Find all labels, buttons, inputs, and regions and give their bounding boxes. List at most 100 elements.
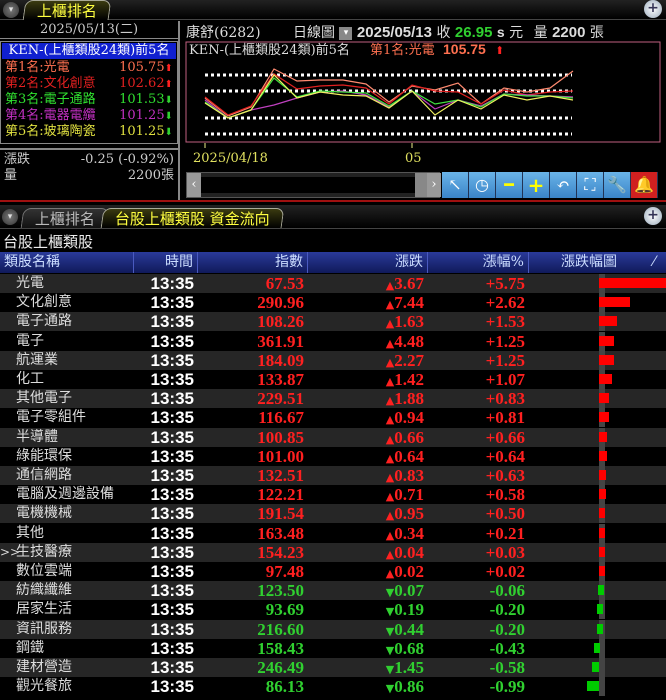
sector-name-text: 文化創意 <box>16 294 72 311</box>
tab-otc-ranking-bottom[interactable]: 上櫃排名 <box>20 208 110 228</box>
bottom-tab-bar: ▾ 上櫃排名 台股上櫃類股 資金流向 + <box>0 205 666 229</box>
bell-alert-icon[interactable]: 🔔 <box>631 172 658 198</box>
time-cell: 13:35 <box>150 485 194 505</box>
pct-cell: +1.25 <box>485 350 525 370</box>
wrench-settings-icon[interactable]: 🔧 <box>604 172 631 198</box>
table-row[interactable]: 觀光餐旅 13:35 86.13 ▼0.86 -0.99 <box>0 677 666 697</box>
pct-cell: -0.20 <box>489 600 525 620</box>
change-bar <box>599 450 607 461</box>
sector-name: 航運業 <box>0 351 134 370</box>
table-row[interactable]: 其他 13:35 163.48 ▲0.34 +0.21 <box>0 523 666 543</box>
sector-name-text: 生技醫療 <box>16 543 72 560</box>
table-row[interactable]: 紡織纖維 13:35 123.50 ▼0.07 -0.06 <box>0 581 666 601</box>
table-row[interactable]: 電子通路 13:35 108.26 ▲1.63 +1.53 <box>0 312 666 332</box>
table-row[interactable]: 居家生活 13:35 93.69 ▼0.19 -0.20 <box>0 600 666 620</box>
col-name[interactable]: 類股名稱 <box>0 252 134 273</box>
col-time[interactable]: 時間 <box>134 252 198 273</box>
change-bar <box>599 316 618 327</box>
down-triangle-icon: ▼ <box>385 605 395 619</box>
sector-name-text: 鋼鐵 <box>16 639 44 656</box>
time-cell: 13:35 <box>150 619 194 639</box>
table-row[interactable]: 航運業 13:35 184.09 ▲2.27 +1.25 <box>0 350 666 370</box>
table-row[interactable]: 數位雲端 13:35 97.48 ▲0.02 +0.02 <box>0 562 666 581</box>
table-row[interactable]: 鋼鐵 13:35 158.43 ▼0.68 -0.43 <box>0 638 666 658</box>
change-bar-cell <box>529 658 666 677</box>
table-row[interactable]: 通信網路 13:35 132.51 ▲0.83 +0.63 <box>0 466 666 485</box>
sector-name: 化工 <box>0 370 134 389</box>
down-triangle-icon: ▼ <box>385 624 395 638</box>
pct-cell: +0.03 <box>485 542 525 562</box>
sector-name: 綠能環保 <box>0 447 134 466</box>
table-row[interactable]: >>生技醫療 13:35 154.23 ▲0.04 +0.03 <box>0 542 666 562</box>
zoom-in-icon[interactable]: + <box>644 207 662 225</box>
pct-cell: +5.75 <box>485 274 525 293</box>
table-row[interactable]: 資訊服務 13:35 216.60 ▼0.44 -0.20 <box>0 619 666 639</box>
chart-title: KEN-(上櫃類股24類)前5名 <box>189 42 350 58</box>
sector-name-text: 電機機械 <box>16 505 72 522</box>
clock-icon[interactable]: ◷ <box>469 172 496 198</box>
sector-name-text: 電子 <box>16 332 44 349</box>
sector-name-text: 電子通路 <box>16 313 72 330</box>
zoom-in-plus-icon[interactable]: + <box>523 172 550 198</box>
sector-name-text: 居家生活 <box>16 601 72 618</box>
table-row[interactable]: 建材營造 13:35 246.49 ▼1.45 -0.58 <box>0 658 666 677</box>
time-cell: 13:35 <box>150 331 194 351</box>
index-cell: 101.00 <box>257 446 304 466</box>
scroll-right-button[interactable]: › <box>427 173 441 197</box>
change-bar-cell <box>529 274 666 293</box>
series-line-玻璃陶瓷 <box>204 74 574 119</box>
undo-icon[interactable]: ↶ <box>550 172 577 198</box>
table-row[interactable]: 電子 13:35 361.91 ▲4.48 +1.25 <box>0 331 666 351</box>
pct-cell: +2.62 <box>485 293 525 313</box>
column-settings-icon[interactable]: ⁄ <box>649 252 666 273</box>
change-cell: 0.34 <box>394 523 424 543</box>
change-cell: 0.95 <box>394 504 424 524</box>
fit-screen-icon[interactable]: ⛶ <box>577 172 604 198</box>
table-row[interactable]: 其他電子 13:35 229.51 ▲1.88 +0.83 <box>0 389 666 409</box>
table-row[interactable]: 文化創意 13:35 290.96 ▲7.44 +2.62 <box>0 293 666 313</box>
scroll-left-button[interactable]: ‹ <box>187 173 201 197</box>
pointer-arrow-icon[interactable]: ↖ <box>442 172 469 198</box>
time-cell: 13:35 <box>150 504 194 524</box>
change-bar <box>593 642 600 653</box>
sector-name: 光電 <box>0 274 134 293</box>
zoom-out-minus-icon[interactable]: ━ <box>496 172 523 198</box>
table-row[interactable]: 化工 13:35 133.87 ▲1.42 +1.07 <box>0 370 666 389</box>
change-bar-cell <box>529 600 666 620</box>
change-cell: 4.48 <box>394 331 424 351</box>
change-bar <box>599 546 605 557</box>
change-cell: 0.02 <box>394 562 424 581</box>
index-cell: 246.49 <box>257 658 304 677</box>
table-row[interactable]: 電腦及週邊設備 13:35 122.21 ▲0.71 +0.58 <box>0 485 666 505</box>
col-change[interactable]: 漲跌 <box>308 252 428 273</box>
table-row[interactable]: 綠能環保 13:35 101.00 ▲0.64 +0.64 <box>0 446 666 466</box>
table-row[interactable]: 電機機械 13:35 191.54 ▲0.95 +0.50 <box>0 504 666 524</box>
menu-dropdown-icon[interactable]: ▾ <box>2 209 18 225</box>
pct-cell: +1.25 <box>485 331 525 351</box>
change-bar <box>596 604 603 615</box>
col-pct[interactable]: 漲幅% <box>428 252 529 273</box>
table-row[interactable]: 電子零組件 13:35 116.67 ▲0.94 +0.81 <box>0 408 666 428</box>
sector-name-text: 其他 <box>16 524 44 541</box>
sector-name: 鋼鐵 <box>0 639 134 658</box>
index-cell: 132.51 <box>257 466 304 485</box>
pct-cell: +0.50 <box>485 504 525 524</box>
time-cell: 13:35 <box>150 581 194 601</box>
col-chart[interactable]: 漲跌幅圖 <box>529 252 649 273</box>
change-cell: 0.86 <box>394 677 424 697</box>
sector-name: 電機機械 <box>0 504 134 523</box>
tab-otc-sector-fund-flow[interactable]: 台股上櫃類股 資金流向 <box>100 208 285 228</box>
table-row[interactable]: 半導體 13:35 100.85 ▲0.66 +0.66 <box>0 427 666 447</box>
time-cell: 13:35 <box>150 638 194 658</box>
time-cell: 13:35 <box>150 312 194 332</box>
scroll-thumb[interactable] <box>201 177 415 193</box>
table-row[interactable]: 光電 13:35 67.53 ▲3.67 +5.75 <box>0 274 666 293</box>
time-cell: 13:35 <box>150 408 194 428</box>
pct-cell: +0.83 <box>485 389 525 409</box>
change-cell: 1.45 <box>394 658 424 677</box>
change-bar-cell <box>529 523 666 543</box>
chart-scrollbar[interactable]: ‹ › <box>186 172 441 198</box>
chart-toolbar: ↖ ◷ ━ + ↶ ⛶ 🔧 🔔 <box>442 172 658 198</box>
change-bar-cell <box>529 504 666 524</box>
col-index[interactable]: 指數 <box>198 252 308 273</box>
